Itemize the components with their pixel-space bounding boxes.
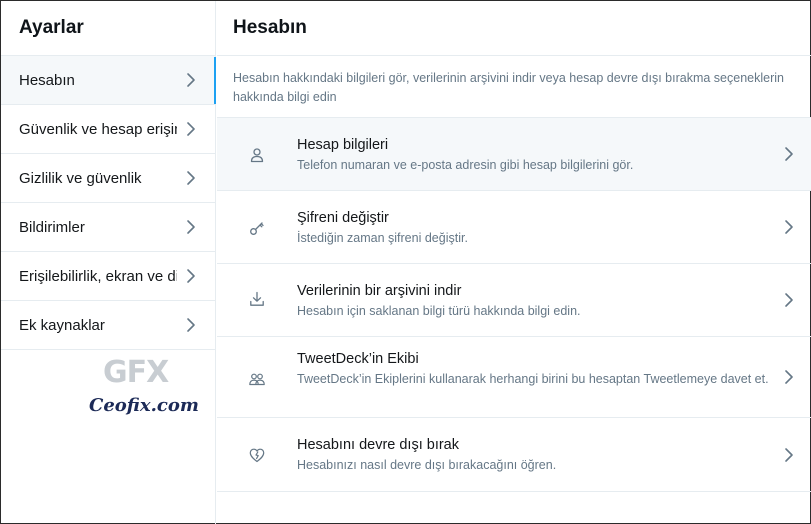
person-icon	[249, 147, 265, 163]
chevron-right-icon	[783, 447, 795, 463]
panel-description: Hesabın hakkındaki bilgileri gör, verile…	[217, 56, 811, 118]
row-title: TweetDeck’in Ekibi	[297, 351, 419, 367]
sidebar-item-label: Erişilebilirlik, ekran ve diller	[19, 267, 177, 285]
sidebar-item-account[interactable]: Hesabın	[1, 56, 215, 105]
chevron-right-icon	[783, 146, 795, 162]
row-subtitle: İstediğin zaman şifreni değiştir.	[297, 231, 468, 245]
chevron-right-icon	[185, 268, 197, 284]
deactivate-account-row[interactable]: Hesabını devre dışı bırak Hesabınızı nas…	[217, 418, 811, 492]
sidebar-item-label: Gizlilik ve güvenlik	[19, 169, 142, 187]
row-subtitle: TweetDeck’in Ekiplerini kullanarak herha…	[297, 372, 769, 386]
chevron-right-icon	[783, 369, 795, 385]
chevron-right-icon	[185, 121, 197, 137]
sidebar-item-label: Güvenlik ve hesap erişimi	[19, 120, 177, 138]
settings-sidebar: Ayarlar Hesabın Güvenlik ve hesap erişim…	[1, 1, 216, 524]
change-password-row[interactable]: Şifreni değiştir İstediğin zaman şifreni…	[217, 191, 811, 264]
watermark-gfx: GFX	[103, 355, 169, 390]
sidebar-item-label: Bildirimler	[19, 218, 85, 236]
tweetdeck-teams-row[interactable]: TweetDeck’in Ekibi TweetDeck’in Ekipleri…	[217, 337, 811, 418]
account-info-row[interactable]: Hesap bilgileri Telefon numaran ve e-pos…	[217, 118, 811, 191]
row-title: Hesap bilgileri	[297, 137, 389, 153]
sidebar-item-privacy-safety[interactable]: Gizlilik ve güvenlik	[1, 154, 215, 203]
chevron-right-icon	[783, 219, 795, 235]
sidebar-item-security-access[interactable]: Güvenlik ve hesap erişimi	[1, 105, 215, 154]
chevron-right-icon	[185, 170, 197, 186]
key-icon	[249, 220, 265, 236]
sidebar-title: Ayarlar	[19, 17, 84, 38]
sidebar-item-label: Hesabın	[19, 71, 75, 89]
page-title: Hesabın	[233, 17, 307, 38]
watermark-text: Ceofix.com	[89, 395, 199, 416]
row-title: Verilerinin bir arşivini indir	[297, 283, 462, 299]
account-panel: Hesabın Hesabın hakkındaki bilgileri gör…	[217, 1, 811, 524]
chevron-right-icon	[185, 317, 197, 333]
download-icon	[249, 291, 265, 307]
active-indicator	[214, 57, 216, 104]
download-archive-row[interactable]: Verilerinin bir arşivini indir Hesabın i…	[217, 264, 811, 337]
row-title: Hesabını devre dışı bırak	[297, 437, 459, 453]
settings-window: Ayarlar Hesabın Güvenlik ve hesap erişim…	[0, 0, 811, 524]
chevron-right-icon	[185, 72, 197, 88]
chevron-right-icon	[783, 292, 795, 308]
sidebar-header: Ayarlar	[1, 1, 215, 56]
broken-heart-icon	[249, 447, 265, 463]
sidebar-item-additional-resources[interactable]: Ek kaynaklar	[1, 301, 215, 350]
sidebar-item-label: Ek kaynaklar	[19, 316, 105, 334]
panel-header: Hesabın	[217, 1, 811, 56]
sidebar-item-notifications[interactable]: Bildirimler	[1, 203, 215, 252]
row-subtitle: Telefon numaran ve e-posta adresin gibi …	[297, 158, 634, 172]
watermark-logo: GFX Ceofix.com	[89, 355, 201, 425]
people-icon	[249, 371, 265, 387]
row-title: Şifreni değiştir	[297, 210, 389, 226]
row-subtitle: Hesabın için saklanan bilgi türü hakkınd…	[297, 304, 581, 318]
chevron-right-icon	[185, 219, 197, 235]
sidebar-item-accessibility[interactable]: Erişilebilirlik, ekran ve diller	[1, 252, 215, 301]
row-subtitle: Hesabınızı nasıl devre dışı bırakacağını…	[297, 458, 557, 472]
